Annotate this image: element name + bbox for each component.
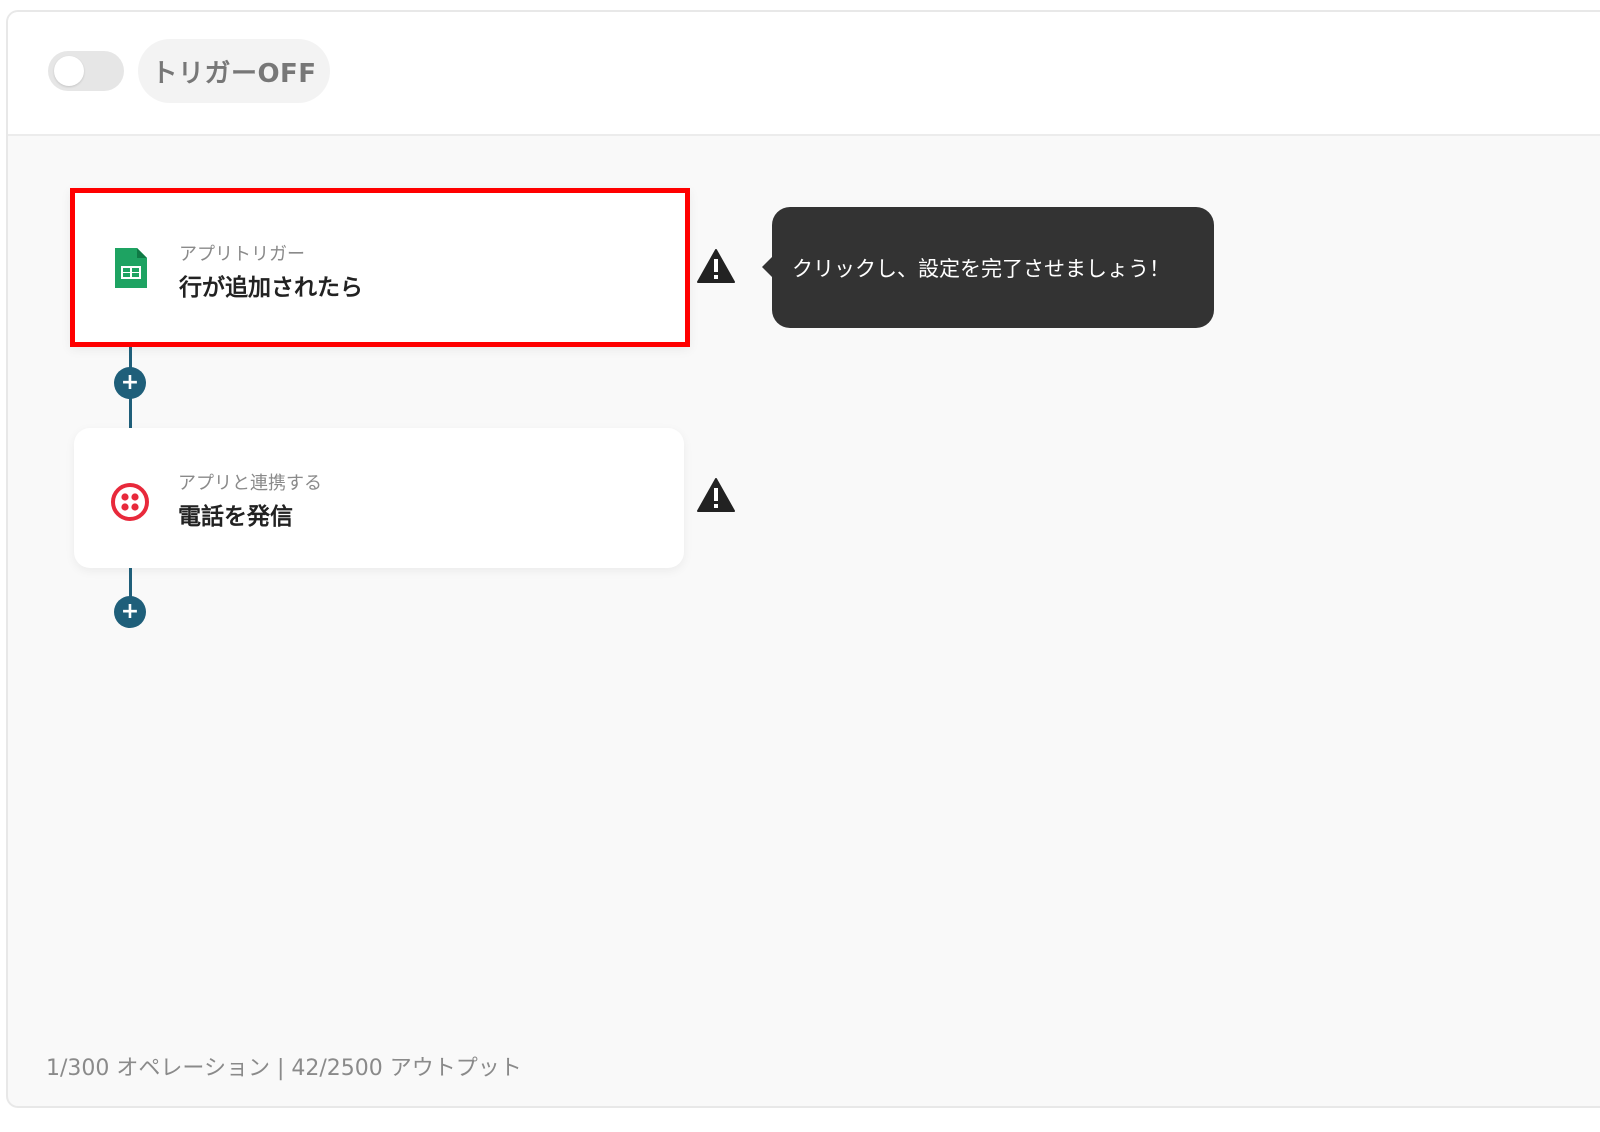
step-subtitle: アプリと連携する — [178, 473, 322, 494]
add-step-button[interactable]: + — [114, 596, 146, 628]
trigger-toggle-switch[interactable] — [48, 51, 124, 91]
warning-icon — [697, 478, 735, 512]
warning-icon — [697, 249, 735, 283]
step-card-trigger[interactable]: アプリトリガー 行が追加されたら — [70, 188, 690, 347]
add-step-button[interactable]: + — [114, 367, 146, 399]
twilio-icon — [111, 483, 149, 521]
setup-hint-tooltip: クリックし、設定を完了させましょう！ — [762, 207, 1214, 328]
step-card-action[interactable]: アプリと連携する 電話を発信 — [74, 428, 684, 568]
step-title: 電話を発信 — [178, 504, 293, 530]
toggle-knob — [54, 56, 84, 86]
flow-editor-panel: トリガーOFF アプリトリガー 行が追加されたら クリックし、設定を完了させまし… — [6, 10, 1600, 1108]
step-subtitle: アプリトリガー — [179, 244, 305, 265]
step-title: 行が追加されたら — [179, 275, 363, 301]
usage-counter: 1/300 オペレーション | 42/2500 アウトプット — [46, 1056, 522, 1081]
top-bar: トリガーOFF — [8, 12, 1600, 136]
google-sheets-icon — [115, 248, 147, 288]
trigger-status-label: トリガーOFF — [138, 39, 330, 103]
